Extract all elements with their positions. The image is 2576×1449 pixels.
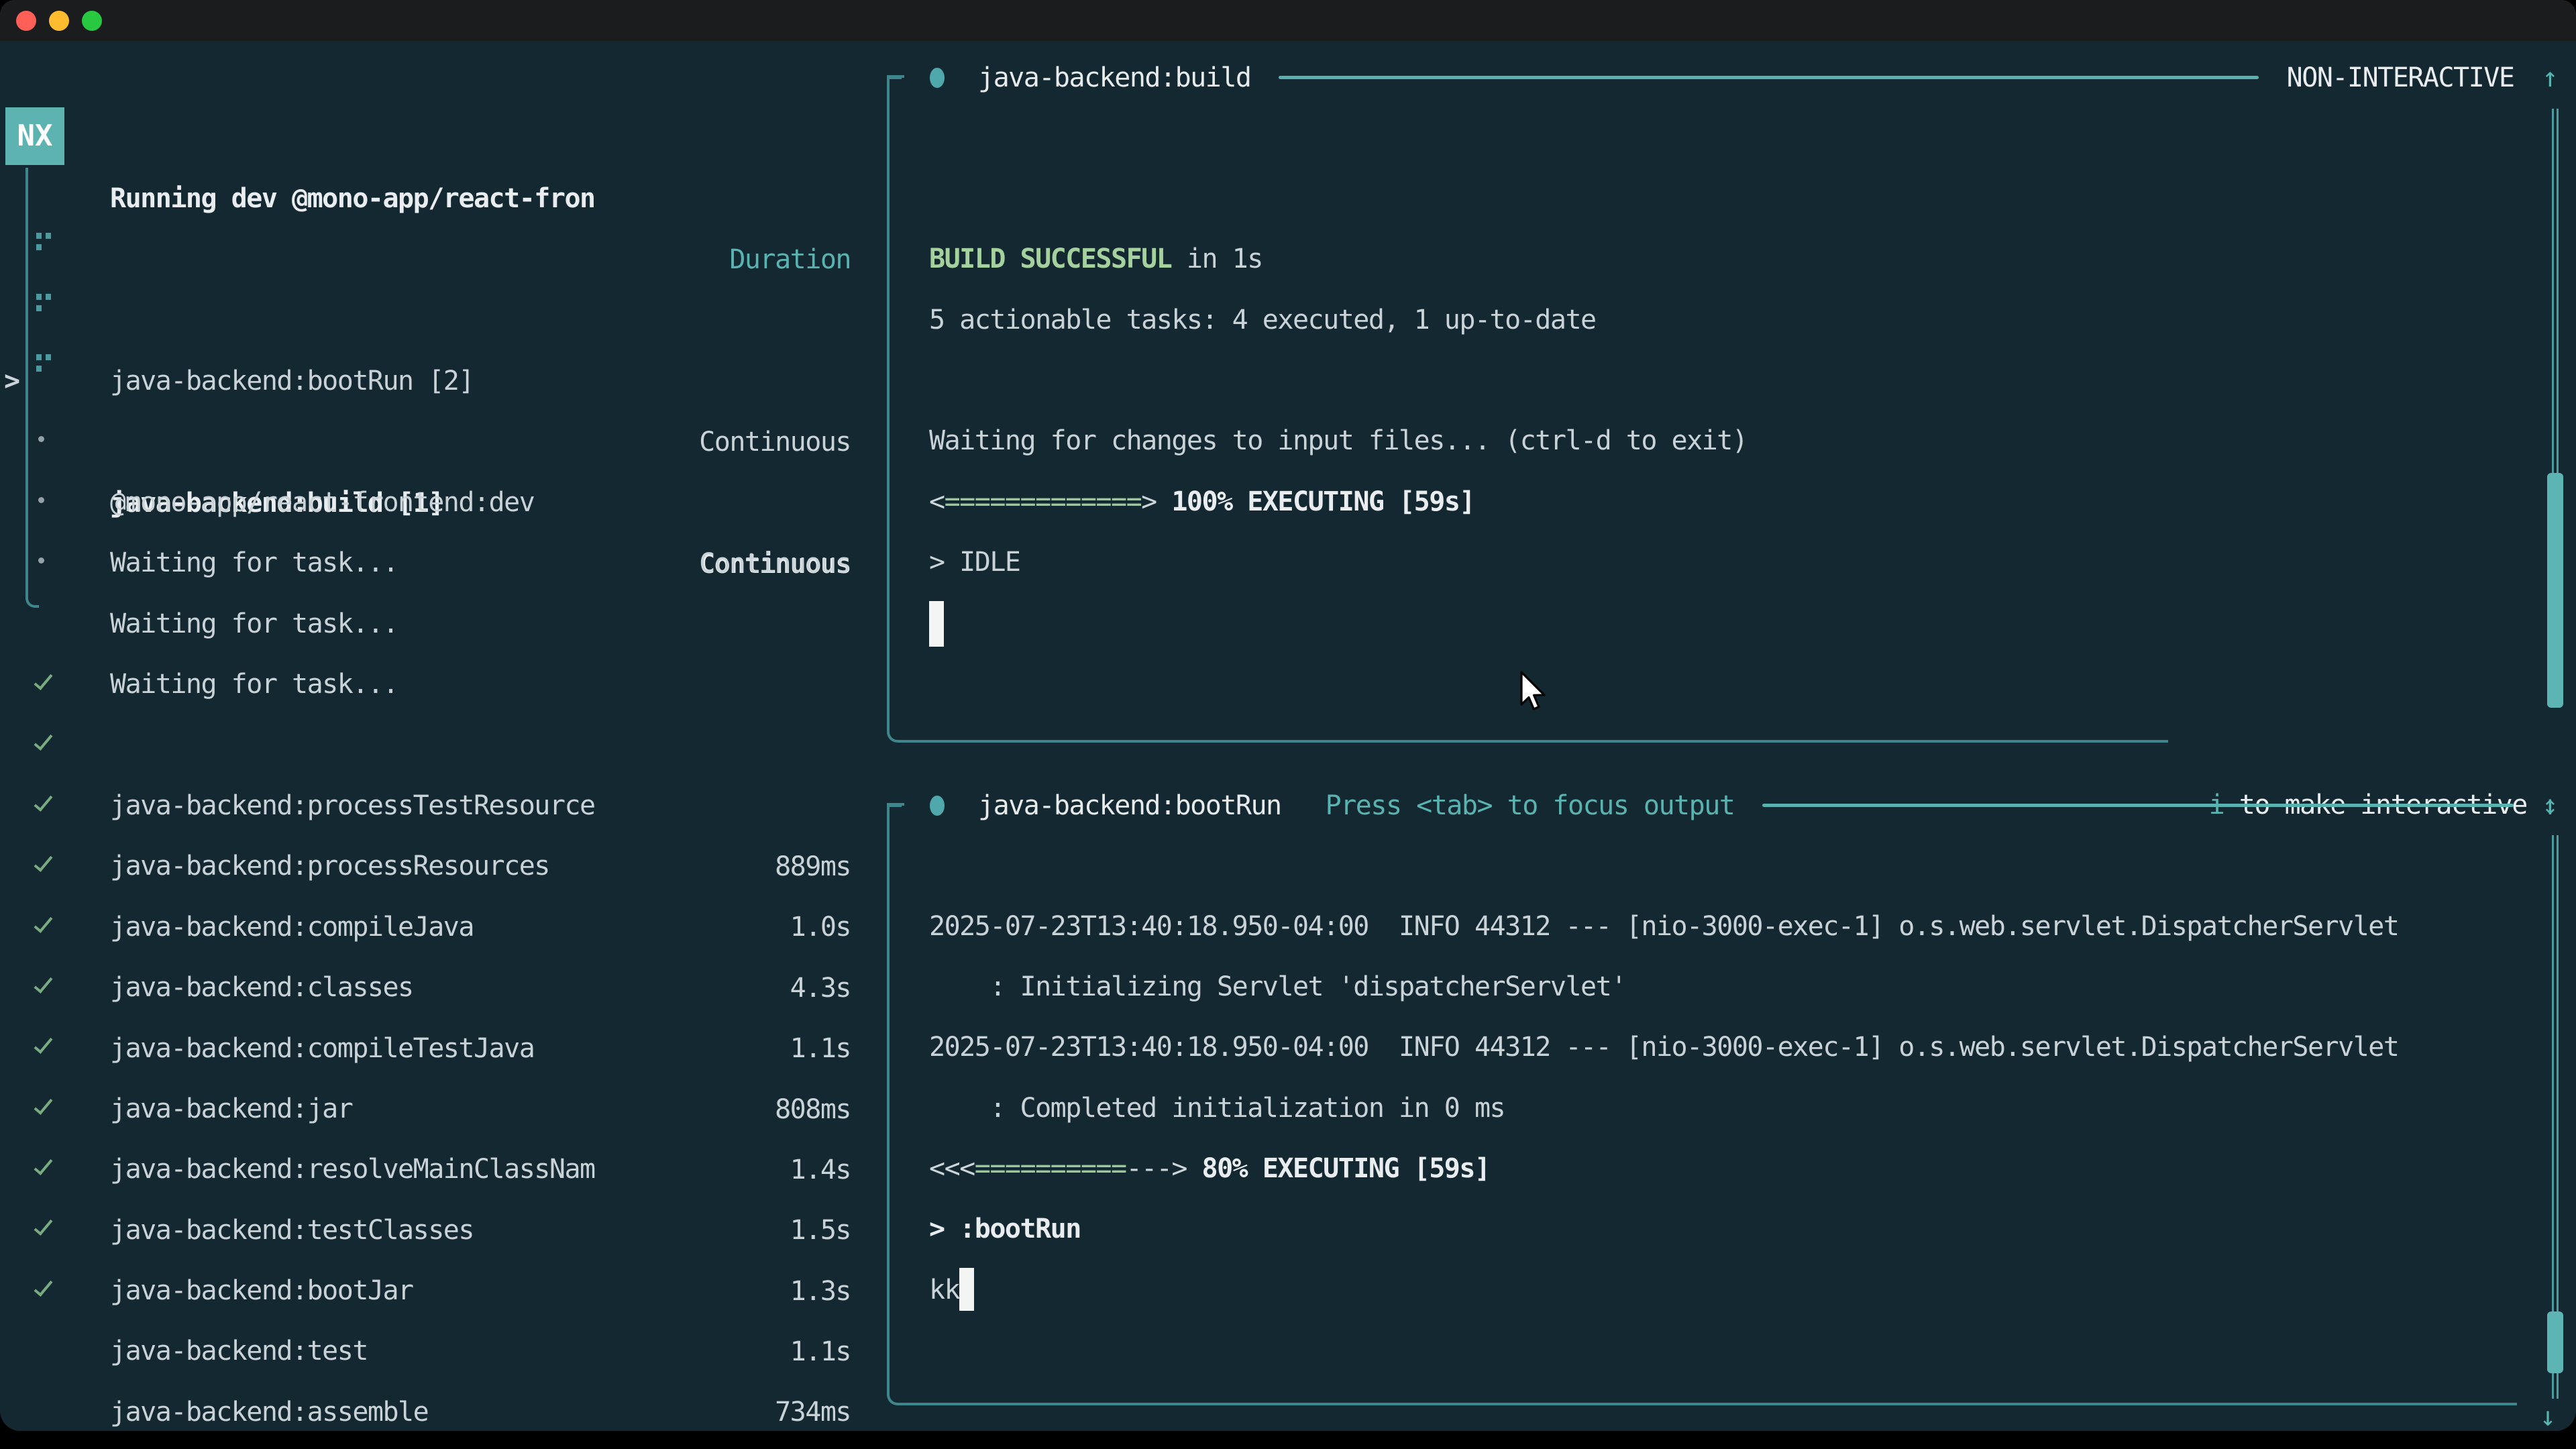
input-line[interactable]: kk — [929, 1260, 974, 1321]
progress-prefix: <<< — [929, 1153, 975, 1184]
log-line: 2025-07-23T13:40:18.950-04:00 INFO 44312… — [929, 1017, 2398, 1078]
task-row[interactable]: java-backend:jar 1.4s — [0, 957, 876, 1018]
waiting-dot-icon — [38, 557, 44, 564]
help-bar: quit: q help: ? — [517, 1381, 851, 1431]
border-stub — [887, 75, 904, 78]
task-row[interactable]: Waiting for task... — [0, 411, 876, 472]
build-successful-text: BUILD SUCCESSFUL — [929, 244, 1171, 274]
check-icon — [34, 973, 53, 994]
terminal-cursor — [929, 601, 944, 647]
task-row[interactable]: java-backend:processResources 1.0s — [0, 714, 876, 775]
log-line: 2025-07-23T13:40:18.950-04:00 INFO 44312… — [929, 896, 2398, 957]
task-name: java-backend:test — [110, 1321, 368, 1382]
pagination: ← 1/2 → — [36, 1381, 233, 1431]
gradle-progress-line: <=============> 100% EXECUTING [59s] — [929, 472, 1474, 533]
task-row[interactable]: java-backend:resolveMainClassNam 1.5s — [0, 1017, 876, 1078]
scrollbar-thumb[interactable] — [2547, 1311, 2563, 1373]
task-duration: 1.1s — [790, 1322, 851, 1383]
task-name: Waiting for task... — [110, 594, 398, 655]
progress-fill: ============= — [945, 486, 1142, 517]
check-icon — [34, 913, 53, 933]
check-icon — [34, 852, 53, 872]
scrollbar-thumb[interactable] — [2547, 473, 2563, 708]
spinner-icon — [36, 294, 42, 300]
tasks-summary-line: 5 actionable tasks: 4 executed, 1 up-to-… — [929, 290, 1596, 351]
task-row[interactable]: java-backend:test 734ms — [0, 1199, 876, 1260]
check-icon — [34, 792, 53, 812]
border-stub — [887, 803, 904, 806]
task-row[interactable]: java-backend:processTestResource 889ms — [0, 653, 876, 714]
task-row[interactable]: Waiting for task... — [0, 532, 876, 593]
build-time-text: in 1s — [1171, 244, 1263, 274]
task-row[interactable]: java-backend:bootRun [2] Continuous — [0, 229, 876, 290]
progress-fill: ========== — [975, 1153, 1126, 1184]
check-icon — [34, 1277, 53, 1297]
terminal-cursor — [959, 1268, 974, 1311]
task-list-title: Running dev @mono-app/react-fron — [110, 168, 595, 229]
progress-rest: ---> — [1126, 1153, 1187, 1184]
task-row[interactable]: java-backend:assemble 774ms — [0, 1260, 876, 1321]
task-row[interactable]: Waiting for task... — [0, 472, 876, 533]
check-icon — [34, 1034, 53, 1054]
task-row[interactable]: java-backend:compileTestJava 808ms — [0, 896, 876, 957]
task-row[interactable]: @mono-app/react-frontend:dev Continuous — [0, 350, 876, 411]
log-line: : Completed initialization in 0 ms — [929, 1078, 1505, 1139]
check-icon — [34, 1216, 53, 1236]
progress-open: < — [929, 486, 945, 517]
task-list-header: Running dev @mono-app/react-fron Duratio… — [0, 107, 876, 168]
typed-input: kk — [929, 1275, 959, 1305]
spinner-icon — [36, 354, 42, 360]
progress-status: 80% EXECUTING [59s] — [1187, 1153, 1490, 1184]
check-icon — [34, 670, 53, 690]
check-icon — [34, 1095, 53, 1115]
scrollbar-track[interactable] — [2552, 109, 2559, 473]
spinner-icon — [36, 233, 42, 239]
waiting-dot-icon — [38, 497, 44, 503]
idle-line: > IDLE — [929, 532, 1020, 593]
mode-label: NON-INTERACTIVE — [2287, 62, 2514, 93]
prompt-line: > :bootRun — [929, 1199, 1081, 1260]
scroll-down-icon[interactable]: ↓ — [2540, 1397, 2555, 1431]
check-icon — [34, 731, 53, 751]
build-panel-border — [887, 75, 2168, 743]
log-line: : Initializing Servlet 'dispatcherServle… — [929, 957, 1626, 1018]
terminal-window: NX Running dev @mono-app/react-fron Dura… — [0, 0, 2576, 1431]
build-result-line: BUILD SUCCESSFUL in 1s — [929, 229, 1263, 290]
waiting-dot-icon — [38, 436, 44, 442]
task-row[interactable]: java-backend:bootJar 1.1s — [0, 1138, 876, 1199]
waiting-line: Waiting for changes to input files... (c… — [929, 411, 1747, 472]
task-row[interactable]: java-backend:compileJava 4.3s — [0, 775, 876, 836]
task-list-sidebar: NX Running dev @mono-app/react-fron Dura… — [0, 0, 876, 1431]
build-panel-footer: i to make interactive ↓ — [2118, 714, 2557, 775]
scroll-up-icon[interactable]: ↑ — [2542, 62, 2557, 93]
mouse-pointer-icon — [1517, 671, 1547, 719]
task-row-selected[interactable]: > java-backend:build [1] Continuous — [0, 290, 876, 351]
gradle-progress-line: <<<==========---> 80% EXECUTING [59s] — [929, 1138, 1490, 1199]
check-icon — [34, 1155, 53, 1175]
task-row[interactable]: java-backend:classes 1.1s — [0, 835, 876, 896]
progress-status: 100% EXECUTING [59s] — [1157, 486, 1474, 517]
progress-close: > — [1141, 486, 1157, 517]
task-row[interactable]: java-backend:testClasses 1.3s — [0, 1078, 876, 1139]
scroll-up-icon[interactable]: ↑ — [2542, 790, 2557, 821]
